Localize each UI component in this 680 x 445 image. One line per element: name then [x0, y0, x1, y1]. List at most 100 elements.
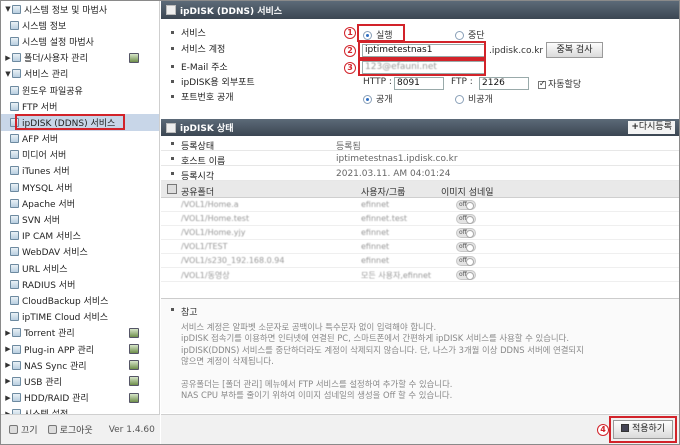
note-line: ipDISK(DDNS) 서비스를 중단하더라도 계정이 삭제되지 않습니다. … — [181, 344, 584, 355]
chevron-right-icon: ▶ — [5, 53, 11, 62]
step-badge-3: 3 — [344, 62, 356, 74]
sidebar-item[interactable]: FTP 서버 — [1, 98, 159, 114]
sidebar-item-label: AFP 서버 — [22, 135, 59, 146]
ddns-section-header: ipDISK (DDNS) 서비스 — [161, 1, 679, 19]
sidebar-group[interactable]: ▶ USB 관리 — [1, 373, 159, 389]
note-panel: 참고 서비스 계정은 알파벳 소문자로 공백이나 특수문자 없이 입력해야 합니… — [161, 298, 679, 413]
chevron-down-icon: ▼ — [5, 69, 11, 78]
sidebar-item[interactable]: CloudBackup 서비스 — [1, 292, 159, 308]
sidebar-item-label: Plug-in APP 관리 — [24, 345, 95, 356]
ddns-form: 서비스 실행 중단 1 서비스 계정 iptimetestnas1 .ipdis… — [161, 19, 679, 105]
sidebar-item-label: 시스템 설정 — [24, 407, 68, 414]
main-panel: ipDISK (DDNS) 서비스 서비스 실행 중단 1 서비스 계정 ipt… — [161, 1, 679, 414]
step-badge-4: 4 — [597, 424, 609, 436]
service-label: 서비스 — [181, 29, 206, 40]
folder-icon — [12, 53, 21, 63]
sidebar-item-label: FTP 서버 — [22, 102, 58, 113]
sidebar-item-label: RADIUS 서버 — [22, 280, 76, 291]
sidebar-item[interactable]: IP CAM 서비스 — [1, 228, 159, 244]
thumbnail-toggle[interactable]: off — [456, 214, 476, 224]
page-icon — [10, 134, 19, 144]
sidebar-item[interactable]: SVN 서버 — [1, 211, 159, 227]
public-radio[interactable]: 공개 — [363, 92, 393, 105]
sidebar-item-label: 시스템 정보 및 마법사 — [24, 5, 108, 16]
sidebar-item[interactable]: MYSQL 서버 — [1, 179, 159, 195]
page-icon — [10, 263, 19, 273]
thumbnail-toggle[interactable]: off — [456, 270, 476, 280]
thumbnail-toggle[interactable]: off — [456, 256, 476, 266]
dup-check-button[interactable]: 중복 검사 — [546, 42, 603, 58]
sidebar: ▼ 시스템 정보 및 마법사 시스템 정보 시스템 설정 마법사 ▶ 폴더/사용자 관리 ▼… — [1, 1, 160, 414]
sidebar-item-label: MYSQL 서버 — [22, 183, 73, 194]
stop-radio[interactable]: 중단 — [455, 28, 485, 41]
col-user: 사용자/그룹 — [361, 188, 406, 198]
sidebar-group[interactable]: ▶ 폴더/사용자 관리 — [1, 50, 159, 66]
highlight-run — [357, 24, 405, 42]
apply-button[interactable]: 적용하기 — [613, 420, 673, 439]
sidebar-item[interactable]: 시스템 설정 마법사 — [1, 33, 159, 49]
sidebar-group[interactable]: ▶시스템 설정 — [1, 406, 159, 414]
port-public-row: 포트번호 공개 공개 비공개 — [161, 89, 679, 105]
service-row: 서비스 실행 중단 — [161, 25, 679, 41]
shares-table-body: /VOL1/Home.a efinnet off/VOL1/Home.test efi… — [161, 198, 679, 282]
sidebar-item[interactable]: Apache 서버 — [1, 195, 159, 211]
sidebar-item-label: 시스템 설정 마법사 — [22, 37, 94, 48]
page-icon — [10, 182, 19, 192]
http-label: HTTP : — [363, 77, 392, 87]
sidebar-item[interactable]: URL 서비스 — [1, 260, 159, 276]
sidebar-item[interactable]: RADIUS 서버 — [1, 276, 159, 292]
bullet — [171, 47, 174, 50]
page-icon — [10, 20, 19, 30]
table-row: /VOL1/동영상 모든 사용자,efinnet off — [161, 268, 679, 282]
ports-label: ipDISK용 외부포트 — [181, 78, 255, 89]
col-thumbnail: 이미지 섬네일 — [441, 188, 494, 198]
status-list: 등록상태 등록됨 호스트 이름 iptimetestnas1.ipdisk.co.kr… — [161, 136, 679, 182]
window-icon — [166, 5, 176, 15]
sidebar-group[interactable]: ▶ NAS Sync 관리 — [1, 357, 159, 373]
version-label: Ver 1.4.60 — [108, 424, 155, 435]
sidebar-item[interactable]: WebDAV 서비스 — [1, 244, 159, 260]
app-icon — [129, 360, 139, 371]
sidebar-item-label: HDD/RAID 관리 — [24, 394, 89, 405]
sidebar-item[interactable]: ipDISK (DDNS) 서비스 — [1, 114, 159, 131]
thumbnail-toggle[interactable]: off — [456, 200, 476, 210]
status-row: 호스트 이름 iptimetestnas1.ipdisk.co.kr — [161, 151, 679, 167]
folder-icon — [12, 360, 21, 370]
note-line: 공유폴더는 [폴더 관리] 메뉴에서 FTP 서비스를 설정하여 추가할 수 있… — [181, 378, 453, 389]
sidebar-group[interactable]: ▶ Torrent 관리 — [1, 325, 159, 341]
sidebar-group[interactable]: ▼ 시스템 정보 및 마법사 — [1, 1, 159, 17]
note-line: 서비스 계정은 알파벳 소문자로 공백이나 특수문자 없이 입력해야 합니다. — [181, 322, 437, 332]
sidebar-item[interactable]: AFP 서버 — [1, 131, 159, 147]
reregister-button[interactable]: +다시등록 — [628, 121, 675, 134]
power-off-button[interactable]: 끄기 — [9, 423, 38, 436]
note-title: 참고 — [181, 308, 198, 318]
port-public-label: 포트번호 공개 — [181, 93, 234, 104]
sidebar-group[interactable]: ▼ 서비스 관리 — [1, 66, 159, 82]
thumbnail-toggle[interactable]: off — [456, 228, 476, 238]
sidebar-group[interactable]: ▶ HDD/RAID 관리 — [1, 390, 159, 406]
page-icon — [10, 279, 19, 289]
sidebar-item[interactable]: ipTIME Cloud 서비스 — [1, 309, 159, 325]
sidebar-item[interactable]: 윈도우 파일공유 — [1, 82, 159, 98]
checkbox-checked-icon — [538, 79, 546, 89]
private-radio[interactable]: 비공개 — [455, 92, 493, 105]
sidebar-item[interactable]: 미디어 서버 — [1, 147, 159, 163]
sidebar-item[interactable]: 시스템 정보 — [1, 17, 159, 33]
folder-icon — [12, 376, 21, 386]
sidebar-group[interactable]: ▶ Plug-in APP 관리 — [1, 341, 159, 357]
page-icon — [10, 215, 19, 225]
sidebar-item-label: CloudBackup 서비스 — [22, 296, 109, 307]
sidebar-item[interactable]: iTunes 서버 — [1, 163, 159, 179]
status-row: 등록상태 등록됨 — [161, 136, 679, 152]
note-line: ipDISK 접속기를 이용하면 인터넷에 연결된 PC, 스마트폰에서 간편하… — [181, 333, 569, 344]
logout-button[interactable]: 로그아웃 — [47, 423, 93, 436]
thumbnail-toggle[interactable]: off — [456, 242, 476, 252]
bullet — [171, 157, 174, 160]
page-icon — [10, 198, 19, 208]
folder-icon — [12, 4, 21, 14]
ftp-label: FTP : — [451, 77, 473, 87]
share-user: efinnet — [361, 200, 390, 209]
sidebar-item-label: URL 서비스 — [22, 264, 68, 275]
sidebar-item-label: Apache 서버 — [22, 199, 75, 210]
